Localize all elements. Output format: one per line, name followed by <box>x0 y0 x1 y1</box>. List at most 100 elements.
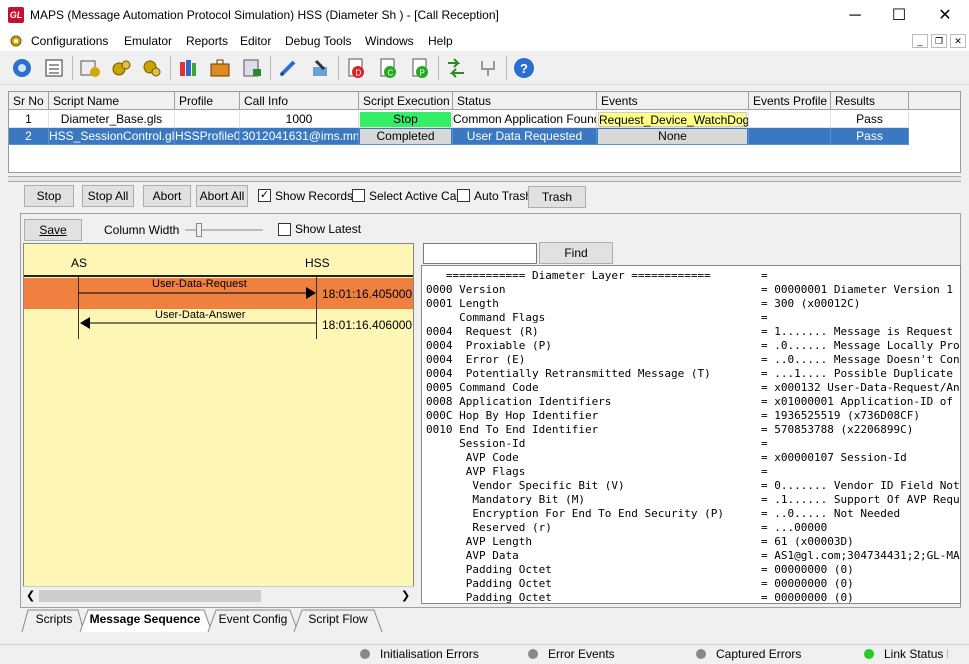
settings-gear-icon[interactable] <box>10 57 34 79</box>
col-header-script-name[interactable]: Script Name <box>49 92 175 110</box>
menu-emulator[interactable]: Emulator <box>124 34 172 48</box>
event-select[interactable]: Request_Device_WatchDog <box>598 112 748 127</box>
column-width-slider-thumb[interactable] <box>196 223 202 237</box>
col-header-profile[interactable]: Profile <box>175 92 240 110</box>
scroll-right-icon[interactable]: ❯ <box>401 589 410 602</box>
decode-field-name[interactable]: Padding Octet <box>426 577 552 591</box>
trash-button[interactable]: Trash <box>528 186 586 208</box>
tab-scripts[interactable]: Scripts <box>30 609 78 631</box>
save-button[interactable]: Save <box>24 219 82 241</box>
status-init-errors[interactable]: Initialisation Errors <box>380 647 479 661</box>
abort-all-button[interactable]: Abort All <box>196 185 248 207</box>
decode-field-name[interactable]: Session-Id <box>426 437 525 451</box>
auto-trash-checkbox[interactable] <box>457 189 470 202</box>
decode-field-name[interactable]: 000C Hop By Hop Identifier <box>426 409 598 423</box>
maximize-button[interactable]: ☐ <box>876 0 922 31</box>
decode-field-name[interactable]: Vendor Specific Bit (V) <box>426 479 624 493</box>
status-error-events[interactable]: Error Events <box>548 647 615 661</box>
help-icon[interactable]: ? <box>512 57 536 79</box>
decode-field-name[interactable]: Reserved (r) <box>426 521 552 535</box>
script-list-icon[interactable] <box>42 57 66 79</box>
connect-icon[interactable] <box>444 57 468 79</box>
menu-reports[interactable]: Reports <box>186 34 228 48</box>
tab-script-flow[interactable]: Script Flow <box>300 609 376 631</box>
stop-exec-button[interactable]: Stop <box>360 112 451 127</box>
gears-config-icon[interactable] <box>140 57 164 79</box>
doc-d-icon[interactable]: D <box>344 57 368 79</box>
event-select[interactable]: None <box>598 129 747 144</box>
menu-editor[interactable]: Editor <box>240 34 271 48</box>
decode-field-name[interactable]: 0001 Length <box>426 297 499 311</box>
decode-field-name[interactable]: 0004 Error (E) <box>426 353 525 367</box>
books-icon[interactable] <box>176 57 200 79</box>
doc-c-icon[interactable]: C <box>376 57 400 79</box>
select-active-call-checkbox[interactable] <box>352 189 365 202</box>
col-header-results[interactable]: Results <box>831 92 909 110</box>
sequence-horizontal-scrollbar[interactable]: ❮ ❯ <box>23 586 414 604</box>
tab-event-config[interactable]: Event Config <box>214 609 292 631</box>
mdi-restore-button[interactable]: ❐ <box>931 34 947 48</box>
decode-field-value: = x00000107 Session-Id <box>761 451 907 464</box>
table-row[interactable]: 1 Diameter_Base.gls 1000 Stop Common App… <box>9 111 909 128</box>
decode-field-name[interactable]: 0004 Potentially Retransmitted Message (… <box>426 367 711 381</box>
decode-field-name[interactable]: 0010 End To End Identifier <box>426 423 598 437</box>
tab-message-sequence[interactable]: Message Sequence <box>86 609 204 631</box>
abort-button[interactable]: Abort <box>143 185 191 207</box>
doc-p-icon[interactable]: P <box>408 57 432 79</box>
stop-all-button[interactable]: Stop All <box>82 185 134 207</box>
col-header-script-execution[interactable]: Script Execution <box>359 92 453 110</box>
col-header-sr-no[interactable]: Sr No <box>9 92 49 110</box>
decode-field-name[interactable]: AVP Flags <box>426 465 526 479</box>
close-button[interactable]: ✕ <box>922 0 968 31</box>
menu-configurations[interactable]: Configurations <box>31 34 108 48</box>
menu-help[interactable]: Help <box>428 34 453 48</box>
decode-field-name[interactable]: 0005 Command Code <box>426 381 539 395</box>
status-link-status[interactable]: Link Status L <box>884 647 948 661</box>
decode-field-name[interactable]: Mandatory Bit (M) <box>426 493 585 507</box>
show-latest-checkbox[interactable] <box>278 223 291 236</box>
profile-editor-icon[interactable] <box>78 57 102 79</box>
col-header-events[interactable]: Events <box>597 92 749 110</box>
edit-pencil-icon[interactable] <box>276 57 300 79</box>
column-width-label: Column Width <box>104 223 180 237</box>
stop-button[interactable]: Stop <box>24 185 74 207</box>
menu-bar: Configurations Emulator Reports Editor D… <box>0 31 969 51</box>
completed-exec-button[interactable]: Completed <box>360 129 451 144</box>
decode-field-name[interactable]: 0000 Version <box>426 283 505 297</box>
minimize-button[interactable]: ─ <box>832 0 878 31</box>
decode-field-name[interactable]: 0008 Application Identifiers <box>426 395 611 409</box>
decode-field-name[interactable]: Command Flags <box>426 311 545 325</box>
decode-field-name[interactable]: ============ Diameter Layer ============ <box>426 269 711 283</box>
find-button[interactable]: Find <box>539 242 613 264</box>
decode-field-name[interactable]: AVP Data <box>426 549 519 563</box>
table-row[interactable]: 2 HSS_SessionControl.gls HSSProfile01 30… <box>9 128 909 145</box>
menu-windows[interactable]: Windows <box>365 34 414 48</box>
user-lock-icon[interactable] <box>240 57 264 79</box>
menu-debug-tools[interactable]: Debug Tools <box>285 34 352 48</box>
disconnect-icon[interactable] <box>476 57 500 79</box>
decode-field-name[interactable]: AVP Length <box>426 535 532 549</box>
briefcase-icon[interactable] <box>208 57 232 79</box>
decode-field-name[interactable]: Padding Octet <box>426 563 552 577</box>
gears-icon[interactable] <box>110 57 134 79</box>
status-bar <box>0 644 969 664</box>
mdi-close-button[interactable]: ✕ <box>950 34 966 48</box>
decode-field-name[interactable]: Encryption For End To End Security (P) <box>426 507 724 521</box>
decode-field-name[interactable]: 0004 Proxiable (P) <box>426 339 552 353</box>
col-header-events-profile[interactable]: Events Profile <box>749 92 831 110</box>
cell-script-name: HSS_SessionControl.gls <box>49 128 175 145</box>
menu-gear-icon[interactable] <box>9 34 23 48</box>
col-header-call-info[interactable]: Call Info <box>240 92 359 110</box>
find-input[interactable] <box>423 243 537 264</box>
col-header-status[interactable]: Status <box>453 92 597 110</box>
scroll-thumb[interactable] <box>39 590 261 602</box>
tools-icon[interactable] <box>308 57 332 79</box>
decode-field-name[interactable]: Padding Octet <box>426 591 552 603</box>
show-records-checkbox[interactable]: ✓ <box>258 189 271 202</box>
decode-field-name[interactable]: AVP Code <box>426 451 519 465</box>
status-captured-errors[interactable]: Captured Errors <box>716 647 801 661</box>
mdi-minimize-button[interactable]: _ <box>912 34 928 48</box>
panel-splitter[interactable] <box>8 176 961 182</box>
scroll-left-icon[interactable]: ❮ <box>26 589 35 602</box>
decode-field-name[interactable]: 0004 Request (R) <box>426 325 539 339</box>
